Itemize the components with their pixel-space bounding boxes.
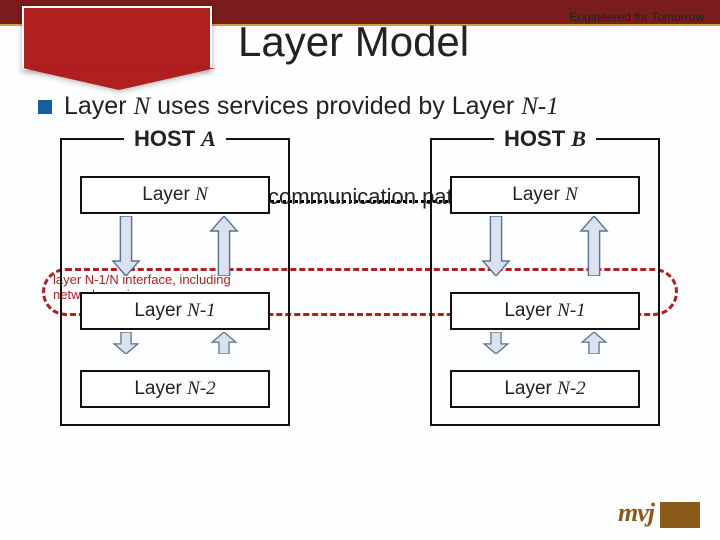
up-arrow-icon [574,216,614,276]
slide-title: Layer Model [238,18,469,66]
host-b-layer-n2: Layer N-2 [450,370,640,408]
host-a-title-pre: HOST [134,126,201,151]
arrow-gap-small [450,330,640,356]
logo-block-icon [660,502,700,528]
layer-label-pre: Layer [512,184,565,205]
bullet-mid: uses services provided by Layer [150,92,521,120]
host-b: HOST B Layer N Layer N-1 Layer N-2 [430,138,660,426]
host-a-layer-n2: Layer N-2 [80,370,270,408]
host-a-title-i: A [201,126,216,151]
layer-label-i: N-2 [557,378,586,399]
down-arrow-icon [476,216,516,276]
banner-ribbon [22,6,212,70]
arrow-gap-small [80,330,270,356]
host-a-title: HOST A [124,126,226,152]
layer-label-pre: Layer [134,300,187,321]
host-b-layer-n1: Layer N-1 [450,292,640,330]
tagline: Engineered for Tomorrow [569,10,704,24]
bullet-row: Layer N uses services provided by Layer … [38,92,559,121]
down-arrow-icon [106,216,146,276]
host-a-layer-n1: Layer N-1 [80,292,270,330]
up-arrow-icon [204,332,244,354]
host-b-title-pre: HOST [504,126,571,151]
footer-logo: mvj [618,498,700,528]
down-arrow-icon [476,332,516,354]
layer-label-i: N-1 [557,300,586,321]
bullet-n: N [133,93,150,120]
layer-label-pre: Layer [142,184,195,205]
layer-label-pre: Layer [504,378,557,399]
layer-label-pre: Layer [504,300,557,321]
arrow-gap [450,214,640,278]
arrow-gap [80,214,270,278]
layer-label-pre: Layer [134,378,187,399]
layer-label-i: N-2 [187,378,216,399]
hosts-container: HOST A Layer N Layer N-1 Layer N-2 [60,138,660,426]
down-arrow-icon [106,332,146,354]
host-b-title-i: B [571,126,586,151]
up-arrow-icon [574,332,614,354]
bullet-text: Layer N uses services provided by Layer … [64,92,559,121]
host-b-layer-n: Layer N [450,176,640,214]
bullet-n1: N-1 [521,93,559,120]
host-a-layer-n: Layer N [80,176,270,214]
layer-label-i: N-1 [187,300,216,321]
host-a: HOST A Layer N Layer N-1 Layer N-2 [60,138,290,426]
up-arrow-icon [204,216,244,276]
layer-label-i: N [565,184,578,205]
layer-label-i: N [195,184,208,205]
host-b-title: HOST B [494,126,596,152]
logo-text: mvj [618,498,654,528]
bullet-icon [38,100,52,114]
bullet-pre: Layer [64,92,133,120]
